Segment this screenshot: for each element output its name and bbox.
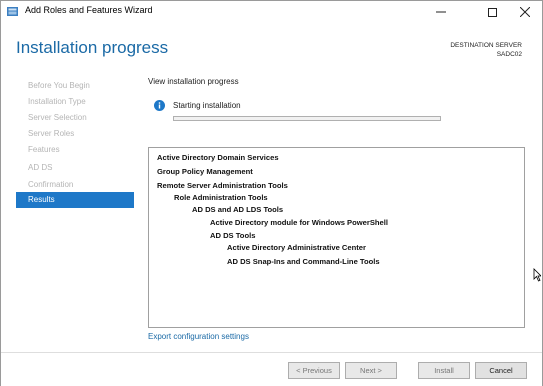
result-item: Remote Server Administration Tools xyxy=(157,181,288,190)
destination-server-name: SADC02 xyxy=(496,51,522,58)
title-bar[interactable]: Add Roles and Features Wizard xyxy=(1,1,542,24)
wizard-window: Add Roles and Features Wizard Installati… xyxy=(0,0,543,386)
result-item: AD DS Snap-Ins and Command-Line Tools xyxy=(227,257,380,266)
result-item: Active Directory Domain Services xyxy=(157,153,279,162)
previous-button[interactable]: < Previous xyxy=(288,362,340,379)
next-button[interactable]: Next > xyxy=(345,362,397,379)
maximize-button[interactable] xyxy=(475,1,509,23)
result-item: Group Policy Management xyxy=(157,167,253,176)
resize-cursor-icon xyxy=(533,268,541,282)
result-item: Role Administration Tools xyxy=(174,193,268,202)
minimize-button[interactable] xyxy=(424,1,458,23)
info-icon xyxy=(154,100,165,111)
destination-label: DESTINATION SERVER xyxy=(450,42,522,49)
close-icon xyxy=(520,7,530,17)
minimize-icon xyxy=(436,11,446,13)
installation-progress-bar xyxy=(173,116,441,121)
sidebar-item-server-selection[interactable]: Server Selection xyxy=(16,110,134,126)
sidebar-item-ad-ds[interactable]: AD DS xyxy=(16,160,134,176)
destination-server-info: DESTINATION SERVER SADC02 xyxy=(450,41,522,59)
sidebar-item-installation-type[interactable]: Installation Type xyxy=(16,94,134,110)
window-title: Add Roles and Features Wizard xyxy=(25,5,153,15)
section-title: View installation progress xyxy=(148,77,239,86)
sidebar-item-before-you-begin[interactable]: Before You Begin xyxy=(16,78,134,94)
close-button[interactable] xyxy=(508,1,542,23)
install-button[interactable]: Install xyxy=(418,362,470,379)
wizard-header: Installation progress DESTINATION SERVER… xyxy=(1,24,542,72)
result-item: AD DS and AD LDS Tools xyxy=(192,205,284,214)
result-item: Active Directory module for Windows Powe… xyxy=(210,218,388,227)
page-title: Installation progress xyxy=(16,38,169,57)
maximize-icon xyxy=(487,7,497,17)
result-item: Active Directory Administrative Center xyxy=(227,243,366,252)
sidebar-item-confirmation[interactable]: Confirmation xyxy=(16,177,134,193)
installation-results-box[interactable]: Active Directory Domain Services Group P… xyxy=(148,147,525,328)
server-manager-icon xyxy=(7,7,18,16)
main-content: View installation progress Starting inst… xyxy=(148,72,533,352)
sidebar-item-results[interactable]: Results xyxy=(16,192,134,208)
installation-status: Starting installation xyxy=(173,101,241,110)
cancel-button[interactable]: Cancel xyxy=(475,362,527,379)
result-item: AD DS Tools xyxy=(210,231,256,240)
wizard-steps-sidebar: Before You Begin Installation Type Serve… xyxy=(1,72,136,352)
sidebar-item-server-roles[interactable]: Server Roles xyxy=(16,126,134,142)
export-configuration-link[interactable]: Export configuration settings xyxy=(148,332,249,341)
wizard-footer: < Previous Next > Install Cancel xyxy=(1,352,542,386)
sidebar-item-features[interactable]: Features xyxy=(16,142,134,158)
